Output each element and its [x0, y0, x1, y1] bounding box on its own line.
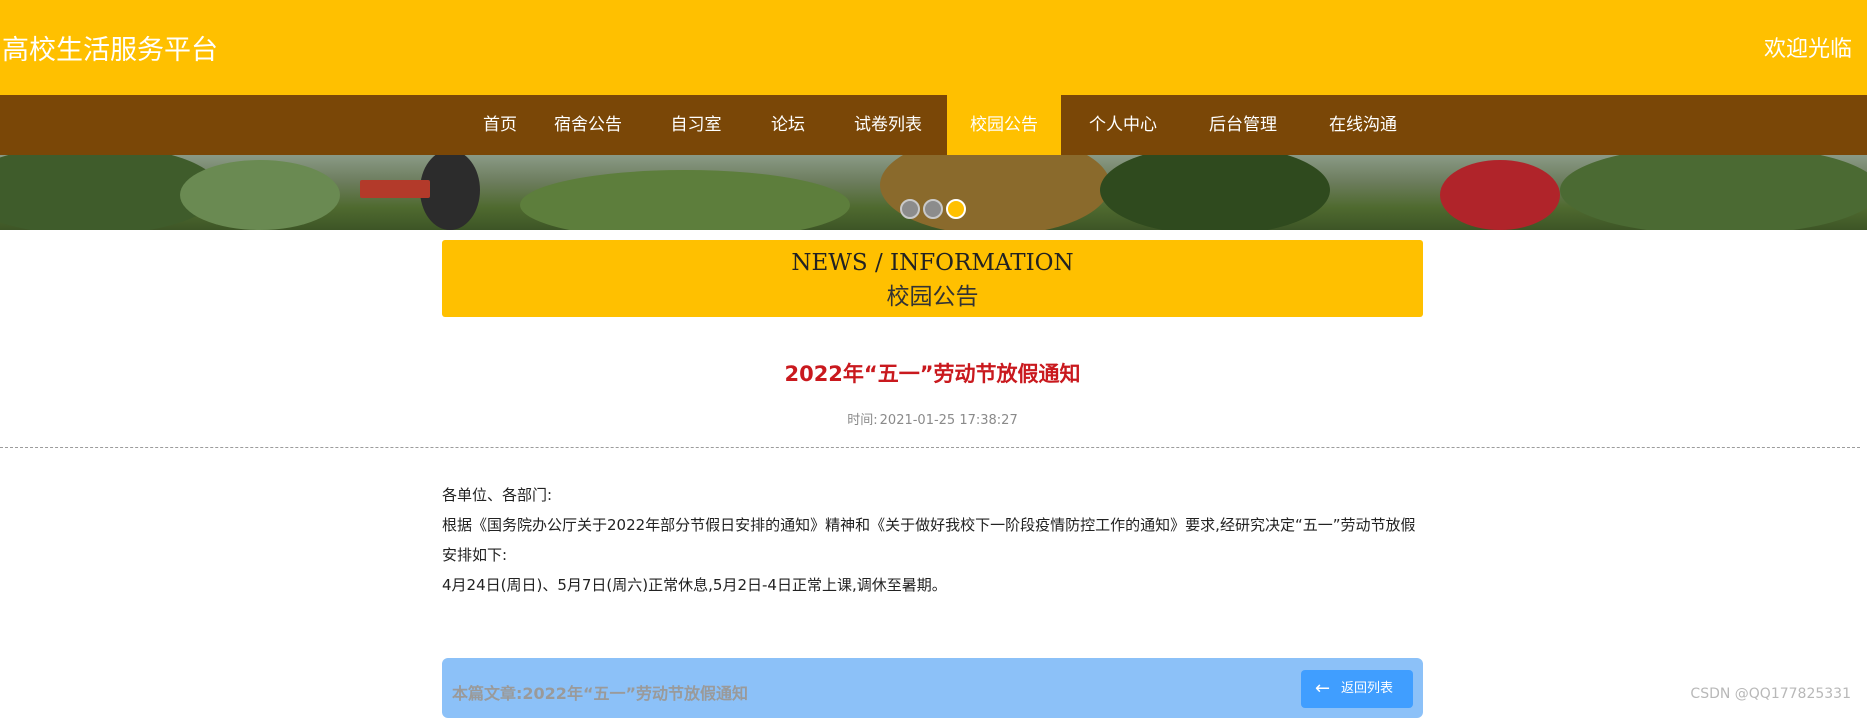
nav-item-admin[interactable]: 后台管理 — [1196, 95, 1290, 155]
back-to-list-button[interactable]: ← 返回列表 — [1301, 670, 1413, 708]
banner-bench-shape — [360, 180, 430, 198]
carousel-dot[interactable] — [900, 199, 920, 219]
nav-item-forum[interactable]: 论坛 — [756, 95, 820, 155]
carousel-dot-active[interactable] — [946, 199, 966, 219]
banner-red-tree-shape — [1440, 160, 1560, 230]
section-title-en: NEWS / INFORMATION — [791, 250, 1074, 276]
nav-item-personal-center[interactable]: 个人中心 — [1076, 95, 1170, 155]
article-body: 各单位、各部门: 根据《国务院办公厅关于2022年部分节假日安排的通知》精神和《… — [442, 480, 1423, 600]
welcome-text: 欢迎光临 — [1763, 37, 1852, 62]
main-nav: 首页 宿舍公告 自习室 论坛 试卷列表 校园公告 个人中心 后台管理 在线沟通 — [0, 95, 1867, 155]
nav-item-exam-list[interactable]: 试卷列表 — [842, 95, 934, 155]
divider — [0, 447, 1860, 448]
nav-item-dorm-notice[interactable]: 宿舍公告 — [542, 95, 634, 155]
article-paragraph: 4月24日(周日)、5月7日(周六)正常休息,5月2日-4日正常上课,调休至暑期… — [442, 576, 947, 594]
current-article-label: 本篇文章:2022年“五一”劳动节放假通知 — [452, 680, 748, 704]
section-title-cn: 校园公告 — [886, 284, 979, 310]
current-article-title: 2022年“五一”劳动节放假通知 — [522, 684, 748, 703]
nav-item-online-chat[interactable]: 在线沟通 — [1316, 95, 1410, 155]
banner-shrub-shape — [520, 170, 850, 230]
article-time: 时间: 2021-01-25 17:38:27 — [442, 409, 1423, 428]
time-value: 2021-01-25 17:38:27 — [879, 413, 1018, 428]
arrow-left-icon: ← — [1315, 678, 1331, 699]
banner-tree-shape — [1100, 155, 1330, 230]
article-paragraph: 各单位、各部门: — [442, 486, 553, 504]
section-header: NEWS / INFORMATION 校园公告 — [442, 240, 1423, 317]
banner-tree-shape — [880, 155, 1110, 230]
back-to-list-label: 返回列表 — [1341, 681, 1394, 696]
watermark: CSDN @QQ177825331 — [1690, 686, 1851, 702]
article-footer-bar: 本篇文章:2022年“五一”劳动节放假通知 ← 返回列表 — [442, 658, 1423, 718]
nav-item-campus-notice[interactable]: 校园公告 — [947, 95, 1061, 155]
current-article-prefix: 本篇文章: — [452, 684, 523, 703]
carousel-dot[interactable] — [923, 199, 943, 219]
article-paragraph: 根据《国务院办公厅关于2022年部分节假日安排的通知》精神和《关于做好我校下一阶… — [442, 516, 1416, 564]
banner-tree-shape — [1560, 155, 1867, 230]
top-header: 高校生活服务平台 欢迎光临 — [0, 0, 1867, 95]
banner-carousel[interactable] — [0, 155, 1867, 230]
article-title: 2022年“五一”劳动节放假通知 — [784, 362, 1081, 386]
site-title[interactable]: 高校生活服务平台 — [2, 28, 218, 67]
nav-item-home[interactable]: 首页 — [458, 95, 542, 155]
banner-tree-shape — [180, 160, 340, 230]
time-label: 时间: — [847, 413, 878, 428]
nav-item-study-room[interactable]: 自习室 — [658, 95, 734, 155]
